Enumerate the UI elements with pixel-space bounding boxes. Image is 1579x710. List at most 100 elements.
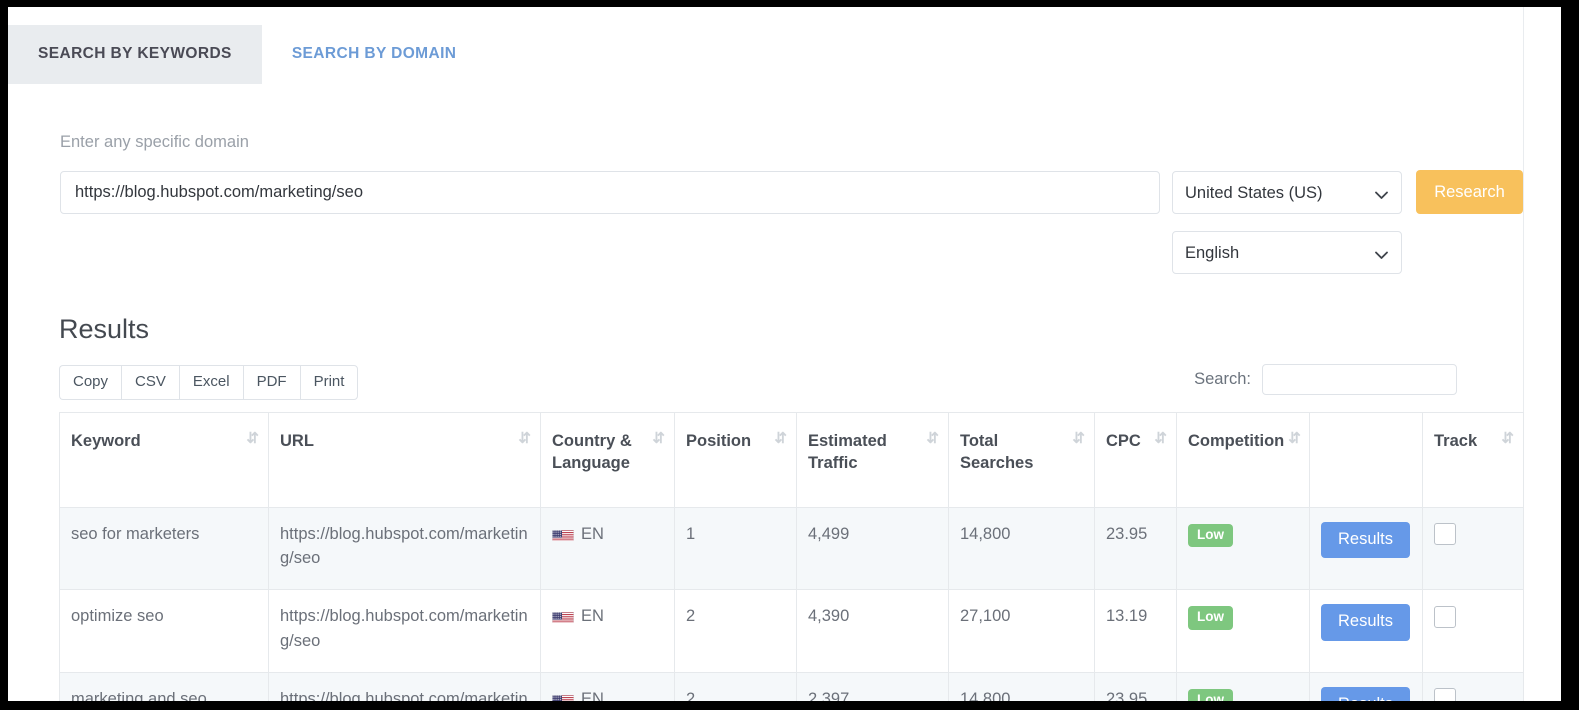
table-row: seo for marketershttps://blog.hubspot.co…	[60, 507, 1524, 590]
cell-country-language: EN	[541, 507, 675, 590]
column-header-total-searches[interactable]: Total Searches⇵	[949, 413, 1095, 508]
table-header-row: Keyword⇵ URL⇵ Country & Language⇵ Positi…	[60, 413, 1524, 508]
csv-button[interactable]: CSV	[121, 365, 179, 400]
cell-keyword: seo for marketers	[60, 507, 269, 590]
track-checkbox[interactable]	[1434, 523, 1456, 545]
cell-competition: Low	[1177, 590, 1310, 673]
cell-total-searches: 14,800	[949, 672, 1095, 701]
cell-estimated-traffic: 2,397	[797, 672, 949, 701]
cell-country-language: EN	[541, 590, 675, 673]
sort-icon: ⇵	[774, 431, 785, 446]
column-header-track-label: Track	[1434, 430, 1481, 452]
search-mode-tabs: SEARCH BY KEYWORDS SEARCH BY DOMAIN	[8, 25, 486, 84]
column-header-estimated-traffic[interactable]: Estimated Traffic⇵	[797, 413, 949, 508]
screenshot-frame: SEARCH BY KEYWORDS SEARCH BY DOMAIN Ente…	[0, 0, 1579, 710]
research-button-label: Research	[1434, 183, 1505, 202]
column-header-keyword[interactable]: Keyword⇵	[60, 413, 269, 508]
column-header-cpc[interactable]: CPC ⇵	[1095, 413, 1177, 508]
cell-action: Results	[1310, 507, 1423, 590]
cell-keyword: optimize seo	[60, 590, 269, 673]
column-header-estimated-traffic-label: Estimated Traffic	[808, 430, 926, 475]
column-header-country-language-label: Country & Language	[552, 430, 652, 475]
cell-action: Results	[1310, 672, 1423, 701]
column-header-country-language[interactable]: Country & Language⇵	[541, 413, 675, 508]
results-table-body: seo for marketershttps://blog.hubspot.co…	[60, 507, 1524, 701]
results-table-head: Keyword⇵ URL⇵ Country & Language⇵ Positi…	[60, 413, 1524, 508]
column-header-competition[interactable]: Competition⇵	[1177, 413, 1310, 508]
cell-country-language: EN	[541, 672, 675, 701]
print-button[interactable]: Print	[300, 365, 359, 400]
cell-url: https://blog.hubspot.com/marketing/seo	[269, 672, 541, 701]
column-header-position[interactable]: Position ⇵	[675, 413, 797, 508]
track-checkbox[interactable]	[1434, 606, 1456, 628]
excel-button[interactable]: Excel	[179, 365, 243, 400]
cell-track	[1423, 507, 1524, 590]
sort-icon: ⇵	[926, 431, 937, 446]
competition-badge: Low	[1188, 689, 1233, 701]
competition-badge: Low	[1188, 606, 1233, 630]
column-header-total-searches-label: Total Searches	[960, 430, 1072, 475]
sort-icon: ⇵	[518, 431, 529, 446]
cell-estimated-traffic: 4,390	[797, 590, 949, 673]
column-header-position-label: Position	[686, 430, 755, 452]
domain-input[interactable]	[60, 171, 1160, 214]
track-checkbox[interactable]	[1434, 688, 1456, 701]
cell-language-label: EN	[581, 690, 604, 701]
cell-competition: Low	[1177, 672, 1310, 701]
us-flag-icon	[552, 692, 574, 701]
sort-icon: ⇵	[246, 431, 257, 446]
cell-url: https://blog.hubspot.com/marketing/seo	[269, 590, 541, 673]
column-header-cpc-label: CPC	[1106, 430, 1145, 452]
export-button-group: Copy CSV Excel PDF Print	[59, 365, 358, 400]
column-header-competition-label: Competition	[1188, 430, 1288, 452]
cell-position: 2	[675, 672, 797, 701]
cell-total-searches: 14,800	[949, 507, 1095, 590]
tab-search-by-domain-label: SEARCH BY DOMAIN	[292, 45, 457, 64]
cell-language-label: EN	[581, 525, 604, 543]
language-select-wrapper: English	[1172, 231, 1402, 274]
cell-track	[1423, 590, 1524, 673]
sort-icon: ⇵	[1501, 431, 1512, 446]
results-table-wrapper: Keyword⇵ URL⇵ Country & Language⇵ Positi…	[59, 412, 1473, 701]
sort-icon: ⇵	[1288, 431, 1299, 446]
tab-search-by-domain[interactable]: SEARCH BY DOMAIN	[262, 25, 487, 84]
page-content: SEARCH BY KEYWORDS SEARCH BY DOMAIN Ente…	[8, 7, 1524, 701]
sort-icon: ⇵	[652, 431, 663, 446]
country-select[interactable]: United States (US)	[1172, 171, 1402, 214]
cell-cpc: 23.95	[1095, 672, 1177, 701]
competition-badge: Low	[1188, 524, 1233, 548]
language-select[interactable]: English	[1172, 231, 1402, 274]
row-results-button[interactable]: Results	[1321, 687, 1410, 701]
cell-estimated-traffic: 4,499	[797, 507, 949, 590]
table-row: marketing and seohttps://blog.hubspot.co…	[60, 672, 1524, 701]
pdf-button[interactable]: PDF	[243, 365, 300, 400]
cell-cpc: 13.19	[1095, 590, 1177, 673]
row-results-button[interactable]: Results	[1321, 604, 1410, 641]
table-search: Search:	[1194, 364, 1457, 395]
tab-search-by-keywords[interactable]: SEARCH BY KEYWORDS	[8, 25, 262, 84]
column-header-action	[1310, 413, 1423, 508]
tab-search-by-keywords-label: SEARCH BY KEYWORDS	[38, 45, 232, 64]
sort-icon: ⇵	[1154, 431, 1165, 446]
column-header-url[interactable]: URL⇵	[269, 413, 541, 508]
cell-position: 1	[675, 507, 797, 590]
cell-total-searches: 27,100	[949, 590, 1095, 673]
cell-action: Results	[1310, 590, 1423, 673]
column-header-track[interactable]: Track ⇵	[1423, 413, 1524, 508]
cell-position: 2	[675, 590, 797, 673]
us-flag-icon	[552, 527, 574, 541]
cell-track	[1423, 672, 1524, 701]
table-search-label: Search:	[1194, 370, 1251, 389]
table-search-input[interactable]	[1262, 364, 1457, 395]
research-button[interactable]: Research	[1416, 170, 1523, 214]
row-results-button[interactable]: Results	[1321, 522, 1410, 559]
cell-url: https://blog.hubspot.com/marketing/seo	[269, 507, 541, 590]
country-select-wrapper: United States (US)	[1172, 171, 1402, 214]
results-title: Results	[59, 314, 149, 345]
cell-competition: Low	[1177, 507, 1310, 590]
cell-keyword: marketing and seo	[60, 672, 269, 701]
domain-field-label: Enter any specific domain	[60, 133, 249, 152]
cell-language-label: EN	[581, 607, 604, 625]
us-flag-icon	[552, 609, 574, 623]
copy-button[interactable]: Copy	[59, 365, 121, 400]
